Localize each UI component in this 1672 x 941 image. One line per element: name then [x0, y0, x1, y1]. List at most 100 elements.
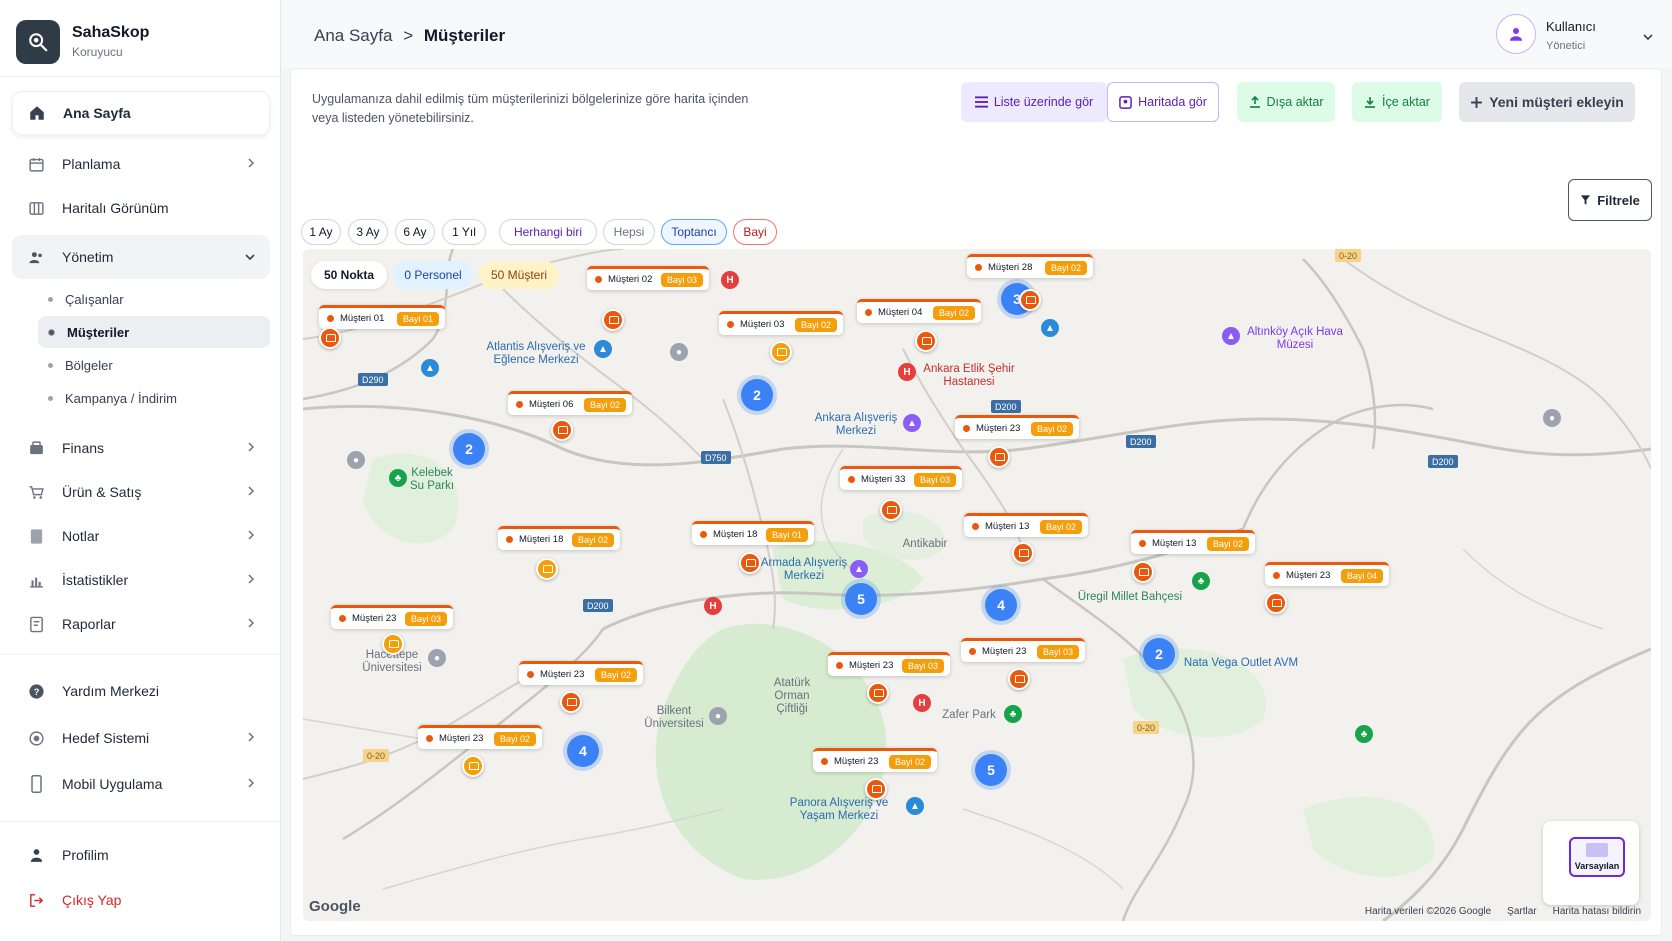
map-thumbnail-icon [1586, 843, 1608, 857]
cluster-marker[interactable]: 4 [985, 589, 1017, 621]
add-customer-button[interactable]: Yeni müşteri ekleyin [1459, 82, 1635, 122]
breadcrumb-root[interactable]: Ana Sayfa [314, 26, 392, 45]
sidebar-item-label: Çıkış Yap [62, 892, 122, 908]
chip-bayi[interactable]: Bayi [733, 219, 777, 245]
customer-marker-label[interactable]: Müşteri 28 Bayi 02 [967, 254, 1093, 278]
chip-1-ay[interactable]: 1 Ay [301, 219, 341, 245]
customer-marker-label[interactable]: Müşteri 23 Bayi 04 [1265, 562, 1389, 586]
marker-dot-icon [327, 315, 334, 322]
chip-hepsi[interactable]: Hepsi [603, 219, 655, 245]
sidebar-item-finans[interactable]: Finans [12, 426, 270, 470]
filter-button[interactable]: Filtrele [1568, 179, 1652, 221]
customer-marker-label[interactable]: Müşteri 33 Bayi 03 [840, 466, 962, 490]
customer-marker-label[interactable]: Müşteri 23 Bayi 02 [519, 661, 643, 685]
customer-marker-label[interactable]: Müşteri 04 Bayi 02 [857, 299, 981, 323]
map-view-button[interactable]: Haritada gör [1107, 82, 1219, 122]
sidebar-item-hedef-sistemi[interactable]: Hedef Sistemi [12, 716, 270, 760]
customer-pin[interactable] [382, 633, 404, 655]
sidebar-item-notlar[interactable]: Notlar [12, 514, 270, 558]
subitem-kampanya[interactable]: Kampanya / İndirim [38, 382, 270, 414]
customer-marker-label[interactable]: Müşteri 18 Bayi 02 [498, 526, 620, 550]
subitem-label: Kampanya / İndirim [65, 390, 177, 406]
road-sign: 0-20 [1335, 249, 1362, 262]
subitem-bolgeler[interactable]: Bölgeler [38, 349, 270, 381]
customer-marker-label[interactable]: Müşteri 18 Bayi 01 [692, 521, 814, 545]
cluster-marker[interactable]: 5 [975, 754, 1007, 786]
cluster-marker[interactable]: 4 [567, 735, 599, 767]
sidebar-divider [0, 821, 281, 822]
customer-marker-label[interactable]: Müşteri 02 Bayi 03 [587, 266, 709, 290]
avatar [1496, 14, 1536, 54]
map-type-default-button[interactable]: Varsayılan [1569, 837, 1625, 877]
sidebar-item-ana-sayfa[interactable]: Ana Sayfa [12, 91, 270, 135]
subitem-calisanlar[interactable]: Çalışanlar [38, 283, 270, 315]
customer-marker-label[interactable]: Müşteri 13 Bayi 02 [1131, 530, 1255, 554]
sidebar-item-raporlar[interactable]: Raporlar [12, 602, 270, 646]
cluster-marker[interactable]: 2 [453, 433, 485, 465]
customer-marker-label[interactable]: Müşteri 23 Bayi 02 [955, 415, 1079, 439]
download-icon [1365, 97, 1376, 108]
cluster-marker[interactable]: 2 [1143, 638, 1175, 670]
sidebar-item-mobil-uygulama[interactable]: Mobil Uygulama [12, 762, 270, 806]
customer-map[interactable]: 50 Nokta 0 Personel 50 Müşteri D290 D750… [303, 249, 1651, 921]
chip-toptanci[interactable]: Toptancı [661, 219, 727, 245]
hospital-icon: H [721, 271, 739, 289]
import-button[interactable]: İçe aktar [1352, 82, 1442, 122]
chart-icon [26, 570, 46, 590]
chip-6-ay[interactable]: 6 Ay [395, 219, 435, 245]
customer-pin[interactable] [770, 341, 792, 363]
customer-pin[interactable] [560, 691, 582, 713]
customer-marker-label[interactable]: Müşteri 01 Bayi 01 [319, 305, 445, 329]
place-label: Atlantis Alışveriş ve Eğlence Merkezi [486, 341, 586, 366]
list-view-button[interactable]: Liste üzerinde gör [961, 82, 1107, 122]
bayi-badge: Bayi 02 [1030, 421, 1073, 436]
customer-pin[interactable] [1132, 561, 1154, 583]
customer-pin[interactable] [1008, 668, 1030, 690]
export-button[interactable]: Dışa aktar [1237, 82, 1335, 122]
subitem-musteriler[interactable]: Müşteriler [38, 316, 270, 348]
user-menu[interactable]: Kullanıcı Yönetici [1496, 14, 1656, 58]
sidebar-item-haritali-gorunum[interactable]: Haritalı Görünüm [12, 186, 270, 230]
chip-herhangi-biri[interactable]: Herhangi biri [499, 219, 597, 245]
terms-link[interactable]: Şartlar [1507, 906, 1536, 917]
cluster-marker[interactable]: 5 [845, 583, 877, 615]
customer-marker-label[interactable]: Müşteri 23 Bayi 03 [828, 652, 950, 676]
customer-pin[interactable] [915, 330, 937, 352]
breadcrumb-separator: > [403, 26, 414, 45]
map-icon [26, 198, 46, 218]
sidebar-item-yonetim[interactable]: Yönetim [12, 235, 270, 279]
customer-pin[interactable] [988, 446, 1010, 468]
customer-pin[interactable] [865, 778, 887, 800]
sidebar-item-planlama[interactable]: Planlama [12, 142, 270, 186]
report-error-link[interactable]: Harita hatası bildirin [1553, 906, 1641, 917]
sidebar-item-profilim[interactable]: Profilim [12, 833, 270, 877]
cluster-marker[interactable]: 2 [741, 379, 773, 411]
customer-pin[interactable] [536, 558, 558, 580]
chip-1-yil[interactable]: 1 Yıl [442, 219, 486, 245]
customer-marker-label[interactable]: Müşteri 06 Bayi 02 [508, 391, 632, 415]
sidebar-item-istatistikler[interactable]: İstatistikler [12, 558, 270, 602]
sidebar-item-urun-satis[interactable]: Ürün & Satış [12, 470, 270, 514]
customer-pin[interactable] [867, 682, 889, 704]
customer-pin[interactable] [1012, 542, 1034, 564]
customer-pin[interactable] [880, 499, 902, 521]
customer-marker-label[interactable]: Müşteri 23 Bayi 03 [961, 638, 1085, 662]
customer-marker-label[interactable]: Müşteri 23 Bayi 02 [813, 748, 937, 772]
subitem-label: Müşteriler [67, 324, 130, 340]
customer-pin[interactable] [739, 552, 761, 574]
customer-pin[interactable] [551, 419, 573, 441]
button-label: Filtrele [1597, 192, 1640, 208]
customer-pin[interactable] [1265, 592, 1287, 614]
customer-marker-label[interactable]: Müşteri 23 Bayi 02 [418, 725, 542, 749]
customer-pin[interactable] [319, 327, 341, 349]
customer-marker-label[interactable]: Müşteri 03 Bayi 02 [719, 311, 843, 335]
customer-marker-label[interactable]: Müşteri 23 Bayi 03 [331, 605, 453, 629]
sidebar-item-cikis-yap[interactable]: Çıkış Yap [12, 878, 270, 922]
customer-marker-label[interactable]: Müşteri 13 Bayi 02 [964, 513, 1088, 537]
customer-pin[interactable] [602, 309, 624, 331]
customer-pin[interactable] [1019, 289, 1041, 311]
sidebar-item-yardim-merkezi[interactable]: ? Yardım Merkezi [12, 669, 270, 713]
brand-name: SahaSkop [72, 24, 150, 41]
chip-3-ay[interactable]: 3 Ay [348, 219, 388, 245]
customer-pin[interactable] [462, 755, 484, 777]
